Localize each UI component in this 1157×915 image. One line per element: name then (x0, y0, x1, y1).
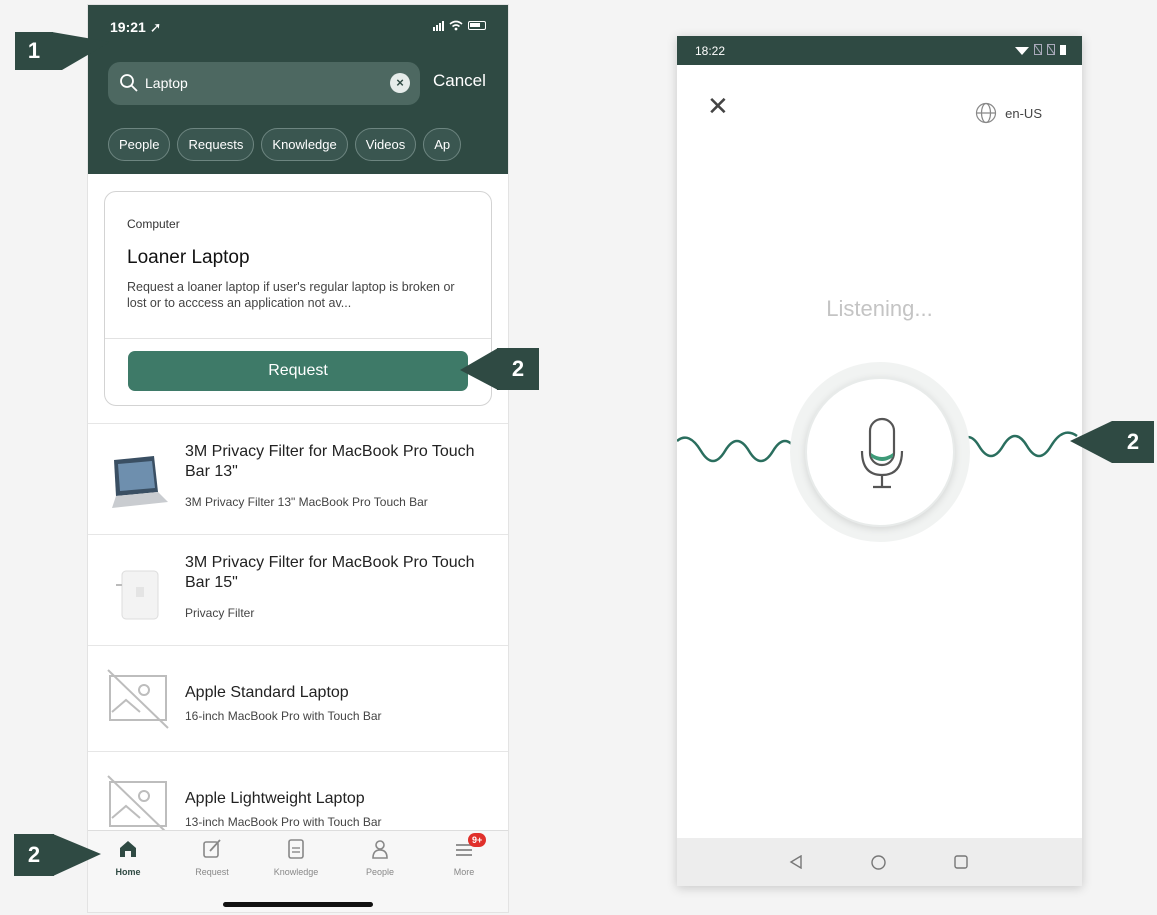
request-button[interactable]: Request (128, 351, 468, 391)
filter-chip-people[interactable]: People (108, 128, 171, 161)
list-item[interactable]: Apple Lightweight Laptop 13-inch MacBook… (88, 751, 508, 835)
cancel-button[interactable]: Cancel (433, 71, 486, 91)
person-icon (372, 840, 388, 859)
language-selector[interactable]: en-US (975, 102, 1042, 124)
tab-label: Knowledge (273, 867, 319, 877)
status-time: 19:21 ➚ (110, 19, 162, 35)
home-nav-icon[interactable] (871, 855, 886, 870)
document-icon (288, 839, 304, 859)
battery-icon (1060, 45, 1066, 55)
battery-icon (468, 21, 486, 30)
tab-label: Request (195, 867, 229, 877)
ios-search-screen: 19:21 ➚ Laptop × Cancel People Requests … (88, 5, 508, 912)
list-item[interactable]: 3M Privacy Filter for MacBook Pro Touch … (88, 534, 508, 645)
status-icons (433, 20, 486, 31)
location-icon: ➚ (149, 19, 162, 35)
list-item[interactable]: 3M Privacy Filter for MacBook Pro Touch … (88, 423, 508, 534)
callout-pointer (1070, 421, 1112, 463)
back-icon[interactable] (789, 855, 803, 869)
microphone-icon (860, 417, 904, 489)
bottom-tab-bar: Home Request Knowledge People 9+ More (88, 830, 508, 912)
tab-label: People (365, 867, 395, 877)
wifi-icon (1015, 46, 1029, 55)
list-item[interactable]: Apple Standard Laptop 16-inch MacBook Pr… (88, 645, 508, 751)
microphone-button[interactable] (805, 377, 955, 527)
android-voice-screen: 18:22 ✕ en-US Listening... (677, 36, 1082, 886)
status-time: 18:22 (695, 44, 726, 58)
filter-chip-videos[interactable]: Videos (354, 128, 417, 161)
laptop-screen-thumbnail (112, 456, 168, 508)
filter-chip-requests[interactable]: Requests (177, 128, 255, 161)
item-subtitle: 3M Privacy Filter 13" MacBook Pro Touch … (185, 495, 428, 509)
status-bar: 18:22 (677, 36, 1082, 65)
filter-chip-apps[interactable]: Ap (423, 128, 462, 161)
search-icon (120, 74, 138, 92)
notification-badge: 9+ (468, 833, 487, 847)
recents-icon[interactable] (954, 855, 968, 869)
no-sim-icon (1047, 44, 1055, 55)
home-indicator (223, 902, 373, 907)
callout-search: 1 (15, 32, 53, 70)
android-nav-bar (677, 838, 1082, 886)
no-sim-icon (1034, 44, 1042, 55)
item-title: Apple Lightweight Laptop (185, 790, 365, 807)
tab-label: More (453, 867, 475, 877)
search-header: 19:21 ➚ Laptop × Cancel People Requests … (88, 5, 508, 174)
card-category: Computer (127, 217, 180, 231)
edit-icon (203, 839, 221, 858)
listening-status: Listening... (826, 296, 933, 321)
callout-microphone: 2 (1112, 421, 1154, 463)
tab-request[interactable]: Request (172, 837, 252, 877)
tab-more[interactable]: 9+ More (424, 833, 504, 877)
item-subtitle: 16-inch MacBook Pro with Touch Bar (185, 709, 382, 723)
filter-chips: People Requests Knowledge Videos Ap (108, 128, 462, 161)
search-query: Laptop (145, 75, 188, 91)
catalog-item-card[interactable]: Computer Loaner Laptop Request a loaner … (104, 191, 492, 406)
charger-thumbnail (116, 570, 159, 620)
card-title: Loaner Laptop (127, 247, 250, 268)
image-placeholder-icon (107, 669, 169, 729)
item-title: 3M Privacy Filter for MacBook Pro Touch … (185, 443, 475, 480)
callout-tabbar: 2 (14, 834, 54, 876)
item-subtitle: 13-inch MacBook Pro with Touch Bar (185, 815, 382, 829)
tab-people[interactable]: People (340, 837, 420, 877)
signal-icon (433, 20, 444, 31)
tab-knowledge[interactable]: Knowledge (256, 837, 336, 877)
wifi-icon (449, 20, 463, 31)
filter-chip-knowledge[interactable]: Knowledge (261, 128, 348, 161)
globe-icon (976, 102, 997, 124)
item-title: 3M Privacy Filter for MacBook Pro Touch … (185, 554, 475, 591)
card-description: Request a loaner laptop if user's regula… (127, 280, 455, 310)
callout-pointer (52, 32, 110, 70)
search-input[interactable]: Laptop × (108, 62, 420, 105)
home-icon (120, 841, 136, 857)
close-icon[interactable]: ✕ (707, 93, 729, 119)
status-icons (1015, 44, 1066, 55)
callout-request: 2 (497, 348, 539, 390)
clear-search-icon[interactable]: × (390, 73, 410, 93)
language-label: en-US (1005, 105, 1042, 121)
divider (105, 338, 491, 339)
callout-pointer (53, 834, 101, 876)
screenshot-canvas: 19:21 ➚ Laptop × Cancel People Requests … (0, 0, 1157, 915)
item-subtitle: Privacy Filter (185, 606, 255, 620)
item-title: Apple Standard Laptop (185, 684, 349, 701)
image-placeholder-icon (107, 775, 169, 835)
callout-pointer (460, 348, 498, 390)
